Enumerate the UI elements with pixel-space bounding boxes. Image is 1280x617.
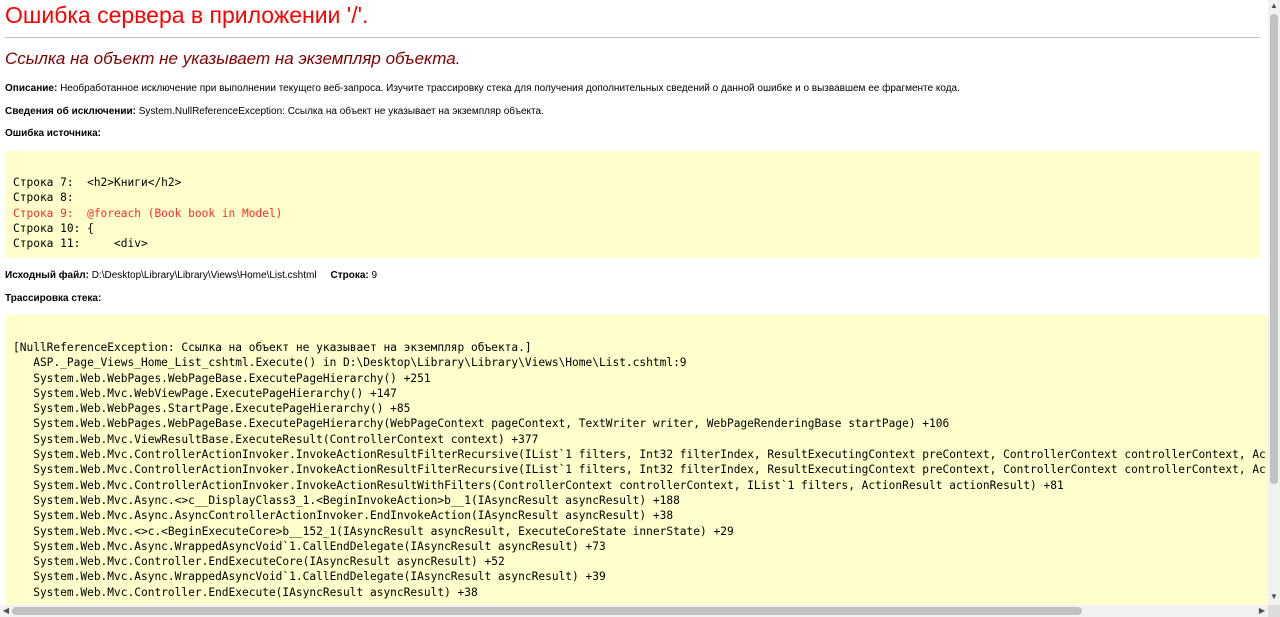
source-line: Строка 11: <div>: [13, 237, 148, 251]
stack-trace-line: System.Web.Mvc.ViewResultBase.ExecuteRes…: [13, 432, 539, 446]
source-line: Строка 7: <h2>Книги</h2>: [13, 176, 182, 189]
source-line: Строка 10: {: [13, 221, 94, 235]
exception-details-line: Сведения об исключении: System.NullRefer…: [5, 106, 544, 117]
description-label: Описание:: [5, 83, 58, 94]
vertical-scrollbar[interactable]: ▲ ▼: [1268, 0, 1280, 605]
source-line: Строка 8:: [13, 191, 74, 205]
stack-trace-label: Трассировка стека:: [5, 293, 102, 304]
source-error-heading: Ошибка источника:: [5, 128, 101, 139]
source-line-error: Строка 9: @foreach (Book book in Model): [13, 206, 283, 220]
scrollbar-corner: [1268, 605, 1280, 617]
stack-trace-heading: Трассировка стека:: [5, 293, 101, 304]
stack-trace-line: System.Web.Mvc.Async.AsyncControllerActi…: [13, 509, 674, 523]
stack-trace-line: System.Web.WebPages.WebPageBase.ExecuteP…: [13, 417, 950, 431]
stack-trace-line: System.Web.Mvc.WebViewPage.ExecutePageHi…: [13, 386, 397, 400]
stack-trace-line: System.Web.WebPages.StartPage.ExecutePag…: [13, 402, 411, 416]
source-file-path: D:\Desktop\Library\Library\Views\Home\Li…: [91, 270, 317, 281]
scroll-down-icon[interactable]: ▼: [1268, 591, 1280, 603]
source-line-number: 9: [371, 270, 378, 281]
horizontal-scroll-thumb[interactable]: [12, 607, 1082, 615]
scroll-up-icon[interactable]: ▲: [1268, 0, 1280, 12]
stack-trace-line: System.Web.Mvc.ControllerActionInvoker.I…: [13, 478, 1064, 492]
scroll-right-icon[interactable]: ▶: [1256, 605, 1268, 617]
description-text: Необработанное исключение при выполнении…: [60, 83, 960, 94]
stack-trace-line: ASP._Page_Views_Home_List_cshtml.Execute…: [13, 356, 687, 370]
exception-details-label: Сведения об исключении:: [5, 106, 136, 117]
stack-trace-line: System.Web.Mvc.Async.WrappedAsyncVoid`1.…: [13, 539, 606, 553]
source-file-line: Исходный файл: D:\Desktop\Library\Librar…: [5, 270, 377, 281]
stack-trace-line: System.Web.Mvc.ControllerActionInvoker.I…: [13, 463, 1266, 477]
stack-trace-code: [NullReferenceException: Ссылка на объек…: [13, 340, 1266, 600]
stack-trace-line: System.Web.Mvc.Async.WrappedAsyncVoid`1.…: [13, 570, 606, 584]
scroll-left-icon[interactable]: ◀: [0, 605, 12, 617]
source-code: Строка 7: <h2>Книги</h2> Строка 8: Строка …: [13, 175, 282, 251]
stack-trace-line: System.Web.Mvc.Controller.EndExecute(IAs…: [13, 585, 478, 599]
stack-trace-line: [NullReferenceException: Ссылка на объек…: [13, 341, 532, 354]
horizontal-scrollbar[interactable]: ◀ ▶: [0, 605, 1268, 617]
stack-trace-box: [NullReferenceException: Ссылка на объек…: [5, 315, 1268, 605]
error-page: Ошибка сервера в приложении '/'. Ссылка …: [0, 0, 1268, 605]
error-message: Ссылка на объект не указывает на экземпл…: [5, 49, 461, 68]
stack-trace-line: System.Web.Mvc.Controller.EndExecuteCore…: [13, 555, 505, 569]
title-divider: [5, 37, 1260, 38]
source-file-label: Исходный файл:: [5, 270, 89, 281]
source-error-label: Ошибка источника:: [5, 128, 102, 139]
source-line-label: Строка:: [330, 270, 369, 281]
stack-trace-line: System.Web.Mvc.Async.<>c__DisplayClass3_…: [13, 493, 680, 507]
source-error-box: Строка 7: <h2>Книги</h2> Строка 8: Строка …: [5, 151, 1259, 258]
stack-trace-line: System.Web.Mvc.<>c.<BeginExecuteCore>b__…: [13, 524, 734, 538]
page-title: Ошибка сервера в приложении '/'.: [5, 2, 369, 28]
stack-trace-line: System.Web.Mvc.ControllerActionInvoker.I…: [13, 448, 1266, 462]
stack-trace-line: System.Web.WebPages.WebPageBase.ExecuteP…: [13, 371, 431, 385]
description-line: Описание: Необработанное исключение при …: [5, 83, 960, 94]
exception-details-text: System.NullReferenceException: Ссылка на…: [138, 106, 544, 117]
vertical-scroll-thumb[interactable]: [1270, 14, 1278, 484]
